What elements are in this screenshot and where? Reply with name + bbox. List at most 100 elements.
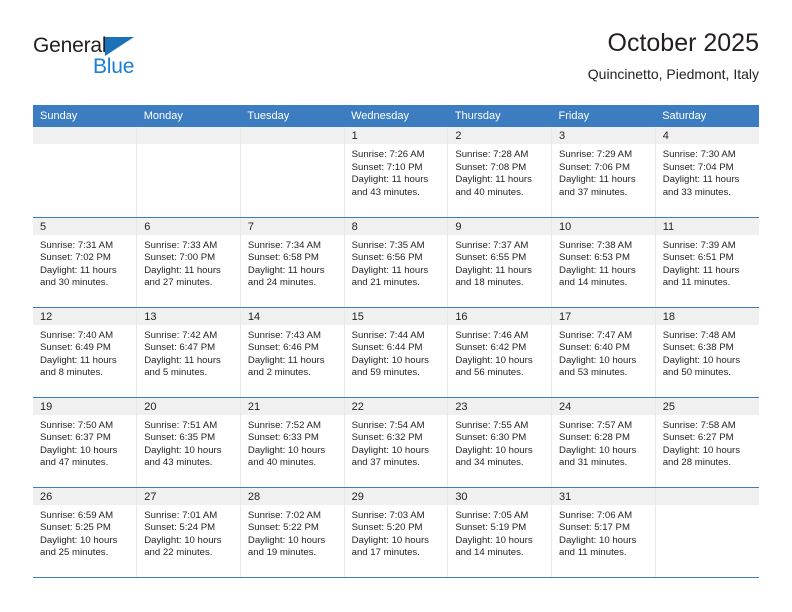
sunrise-text: Sunrise: 7:42 AM bbox=[144, 329, 218, 341]
day-number: 1 bbox=[344, 127, 448, 144]
sunrise-text: Sunrise: 7:26 AM bbox=[351, 149, 425, 160]
day-number: 30 bbox=[448, 487, 552, 505]
calendar-day-cell: 22 Sunrise: 7:54 AM Sunset: 6:32 PM Dayligh… bbox=[344, 397, 449, 488]
day-sun-info: Sunrise: 7:29 AM Sunset: 7:06 PM Daylight:… bbox=[552, 144, 655, 199]
calendar-day-cell: 11 Sunrise: 7:39 AM Sunset: 6:51 PM Dayligh… bbox=[655, 217, 759, 308]
day-number: 21 bbox=[240, 397, 344, 415]
day-sun-info: Sunrise: 7:30 AM Sunset: 7:04 PM Daylight:… bbox=[656, 144, 759, 199]
sunset-text: Sunset: 5:20 PM bbox=[351, 522, 423, 534]
sunrise-text: Sunrise: 7:52 AM bbox=[247, 419, 321, 431]
sunrise-text: Sunrise: 6:59 AM bbox=[40, 509, 114, 521]
calendar-day-cell: 15 Sunrise: 7:44 AM Sunset: 6:44 PM Dayligh… bbox=[344, 307, 449, 398]
daylight-text: Daylight: 10 hours and 50 minutes. bbox=[662, 354, 741, 379]
day-sun-info: Sunrise: 7:55 AM Sunset: 6:30 PM Daylight:… bbox=[448, 415, 551, 470]
page-header: General Blue October 2025 Quincinetto, P… bbox=[33, 28, 759, 96]
day-number bbox=[137, 127, 240, 144]
calendar-page: General Blue October 2025 Quincinetto, P… bbox=[0, 0, 792, 612]
day-sun-info: Sunrise: 7:50 AM Sunset: 6:37 PM Daylight:… bbox=[33, 415, 136, 470]
day-sun-info: Sunrise: 7:05 AM Sunset: 5:19 PM Daylight:… bbox=[448, 505, 551, 560]
sunset-text: Sunset: 7:08 PM bbox=[455, 161, 527, 173]
sunrise-text: Sunrise: 7:51 AM bbox=[144, 419, 218, 431]
sunrise-text: Sunrise: 7:46 AM bbox=[455, 329, 529, 341]
day-number: 23 bbox=[448, 397, 552, 415]
sunrise-text: Sunrise: 7:33 AM bbox=[144, 239, 218, 251]
calendar-day-cell: 27 Sunrise: 7:01 AM Sunset: 5:24 PM Dayligh… bbox=[136, 487, 241, 578]
sunset-text: Sunset: 5:19 PM bbox=[455, 522, 527, 534]
weekday-header-monday: Monday bbox=[136, 105, 241, 127]
sunrise-text: Sunrise: 7:50 AM bbox=[40, 419, 114, 431]
day-sun-info: Sunrise: 7:37 AM Sunset: 6:55 PM Daylight:… bbox=[448, 235, 551, 290]
daylight-text: Daylight: 10 hours and 47 minutes. bbox=[40, 444, 118, 469]
sunset-text: Sunset: 6:47 PM bbox=[144, 342, 216, 354]
day-number: 17 bbox=[552, 307, 655, 325]
day-sun-info: Sunrise: 7:48 AM Sunset: 6:38 PM Daylight:… bbox=[656, 325, 759, 380]
daylight-text: Daylight: 10 hours and 14 minutes. bbox=[455, 534, 533, 559]
sunset-text: Sunset: 5:22 PM bbox=[247, 522, 319, 534]
daylight-text: Daylight: 10 hours and 25 minutes. bbox=[40, 534, 118, 559]
sunset-text: Sunset: 6:56 PM bbox=[351, 252, 423, 264]
daylight-text: Daylight: 11 hours and 2 minutes. bbox=[247, 354, 325, 379]
sunset-text: Sunset: 6:58 PM bbox=[247, 252, 319, 264]
calendar-day-cell: 12 Sunrise: 7:40 AM Sunset: 6:49 PM Dayligh… bbox=[33, 307, 138, 398]
day-number: 19 bbox=[33, 397, 137, 415]
day-number: 15 bbox=[344, 307, 448, 325]
day-number: 29 bbox=[344, 487, 448, 505]
daylight-text: Daylight: 11 hours and 40 minutes. bbox=[455, 174, 532, 198]
calendar-day-cell: 29 Sunrise: 7:03 AM Sunset: 5:20 PM Dayligh… bbox=[344, 487, 449, 578]
day-sun-info: Sunrise: 7:34 AM Sunset: 6:58 PM Daylight:… bbox=[241, 235, 344, 290]
daylight-text: Daylight: 10 hours and 37 minutes. bbox=[351, 444, 429, 469]
daylight-text: Daylight: 10 hours and 17 minutes. bbox=[351, 534, 429, 559]
logo-text-blue: Blue bbox=[93, 55, 135, 78]
page-title: October 2025 bbox=[607, 29, 760, 57]
calendar-day-cell: 10 Sunrise: 7:38 AM Sunset: 6:53 PM Dayligh… bbox=[551, 217, 656, 308]
daylight-text: Daylight: 10 hours and 56 minutes. bbox=[455, 354, 533, 379]
daylight-text: Daylight: 10 hours and 31 minutes. bbox=[559, 444, 637, 469]
day-number: 6 bbox=[137, 217, 240, 235]
day-number: 25 bbox=[655, 397, 759, 415]
day-sun-info: Sunrise: 7:39 AM Sunset: 6:51 PM Daylight:… bbox=[656, 235, 759, 290]
daylight-text: Daylight: 11 hours and 18 minutes. bbox=[455, 264, 532, 289]
sunset-text: Sunset: 6:42 PM bbox=[455, 342, 527, 354]
daylight-text: Daylight: 11 hours and 43 minutes. bbox=[351, 174, 429, 198]
calendar-day-cell: 13 Sunrise: 7:42 AM Sunset: 6:47 PM Dayligh… bbox=[136, 307, 241, 398]
sunrise-text: Sunrise: 7:37 AM bbox=[455, 239, 529, 251]
day-sun-info: Sunrise: 7:01 AM Sunset: 5:24 PM Daylight:… bbox=[137, 505, 240, 560]
daylight-text: Daylight: 10 hours and 22 minutes. bbox=[144, 534, 222, 559]
calendar-day-cell: 31 Sunrise: 7:06 AM Sunset: 5:17 PM Dayligh… bbox=[551, 487, 656, 578]
calendar-day-cell-empty bbox=[655, 487, 759, 578]
calendar-day-cell: 25 Sunrise: 7:58 AM Sunset: 6:27 PM Dayligh… bbox=[655, 397, 759, 488]
day-sun-info: Sunrise: 7:40 AM Sunset: 6:49 PM Daylight:… bbox=[33, 325, 136, 380]
day-sun-info: Sunrise: 7:54 AM Sunset: 6:32 PM Daylight:… bbox=[345, 415, 448, 470]
daylight-text: Daylight: 11 hours and 24 minutes. bbox=[247, 264, 325, 289]
day-number: 22 bbox=[344, 397, 448, 415]
day-number: 20 bbox=[137, 397, 240, 415]
daylight-text: Daylight: 11 hours and 8 minutes. bbox=[40, 354, 117, 379]
day-number: 16 bbox=[448, 307, 552, 325]
day-sun-info: Sunrise: 7:28 AM Sunset: 7:08 PM Daylight:… bbox=[448, 144, 551, 199]
sunset-text: Sunset: 6:55 PM bbox=[455, 252, 527, 264]
calendar-day-cell: 6 Sunrise: 7:33 AM Sunset: 7:00 PM Daylight… bbox=[136, 217, 241, 308]
day-number: 3 bbox=[552, 127, 655, 144]
daylight-text: Daylight: 10 hours and 11 minutes. bbox=[559, 534, 637, 559]
sunrise-text: Sunrise: 7:44 AM bbox=[351, 329, 425, 341]
sunset-text: Sunset: 6:51 PM bbox=[662, 252, 734, 264]
day-number: 24 bbox=[552, 397, 655, 415]
calendar-day-cell: 9 Sunrise: 7:37 AM Sunset: 6:55 PM Daylight… bbox=[447, 217, 553, 308]
sunrise-text: Sunrise: 7:02 AM bbox=[247, 509, 321, 521]
day-number: 11 bbox=[655, 217, 759, 235]
day-number bbox=[33, 127, 137, 144]
day-number: 7 bbox=[240, 217, 344, 235]
calendar-header-row: Sunday Monday Tuesday Wednesday Thursday… bbox=[33, 105, 759, 127]
day-number: 5 bbox=[33, 217, 137, 235]
daylight-text: Daylight: 11 hours and 30 minutes. bbox=[40, 264, 117, 289]
logo-triangle-icon bbox=[105, 37, 134, 56]
daylight-text: Daylight: 10 hours and 43 minutes. bbox=[144, 444, 222, 469]
day-sun-info: Sunrise: 7:43 AM Sunset: 6:46 PM Daylight:… bbox=[241, 325, 344, 380]
daylight-text: Daylight: 11 hours and 14 minutes. bbox=[559, 264, 636, 289]
day-number: 31 bbox=[552, 487, 655, 505]
day-sun-info: Sunrise: 7:35 AM Sunset: 6:56 PM Daylight:… bbox=[345, 235, 448, 290]
day-sun-info: Sunrise: 7:47 AM Sunset: 6:40 PM Daylight:… bbox=[552, 325, 655, 380]
sunrise-text: Sunrise: 7:29 AM bbox=[559, 149, 633, 160]
sunset-text: Sunset: 7:06 PM bbox=[559, 161, 630, 173]
day-sun-info: Sunrise: 7:57 AM Sunset: 6:28 PM Daylight:… bbox=[552, 415, 655, 470]
